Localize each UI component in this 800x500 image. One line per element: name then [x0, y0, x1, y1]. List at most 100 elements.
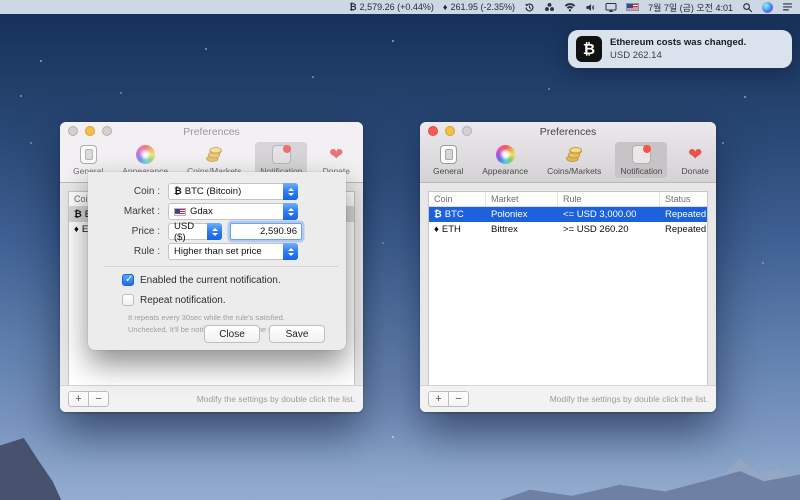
fan-icon: [544, 2, 555, 13]
appearance-color-wheel-icon: [136, 144, 155, 165]
input-language-menu-item[interactable]: [626, 3, 639, 11]
display-icon: [605, 2, 617, 13]
siri-menu-item[interactable]: [762, 2, 773, 13]
notification-banner[interactable]: ₿ Ethereum costs was changed. USD 262.14: [568, 30, 792, 68]
dropdown-stepper-icon: [283, 243, 298, 260]
table-row[interactable]: ₿BTC Poloniex <= USD 3,000.00 Repeated: [429, 207, 707, 222]
coin-dropdown-value: BTC (Bitcoin): [185, 186, 241, 197]
btc-ticker-text: 2,579.26 (+0.44%): [360, 2, 434, 12]
sheet-buttons: Close Save: [204, 325, 325, 343]
eth-ticker-menu-item[interactable]: ♦ 261.95 (-2.35%): [443, 2, 515, 12]
wallpaper-mountain-left: [0, 438, 85, 500]
preferences-toolbar: General Appearance Coins/Markets Notific…: [420, 141, 716, 178]
close-button[interactable]: [68, 126, 78, 136]
footer-hint-text: Modify the settings by double click the …: [550, 394, 708, 404]
coin-dropdown[interactable]: ₿ BTC (Bitcoin): [168, 183, 298, 200]
notification-rules-table: Coin Market Rule Status ₿BTC Poloniex <=…: [428, 191, 708, 387]
add-rule-button[interactable]: +: [428, 391, 449, 407]
table-row[interactable]: ♦ETH Bittrex >= USD 260.20 Repeated: [429, 222, 707, 237]
save-button[interactable]: Save: [269, 325, 325, 343]
fan-status-menu-item[interactable]: [544, 2, 555, 13]
tab-label: Notification: [620, 166, 662, 176]
preferences-window-left: Preferences General Appearance Coins/Mar…: [60, 122, 363, 412]
tab-appearance[interactable]: Appearance: [477, 142, 533, 178]
dropdown-stepper-icon: [283, 203, 298, 220]
tab-label: Coins/Markets: [547, 166, 601, 176]
price-input[interactable]: [230, 223, 302, 240]
add-remove-segmented-control: + −: [428, 391, 469, 407]
eth-icon: ♦: [443, 2, 448, 12]
app-bitcoin-icon: ₿: [576, 36, 602, 62]
market-cell: Poloniex: [486, 209, 558, 220]
close-button[interactable]: [428, 126, 438, 136]
footer-hint-text: Modify the settings by double click the …: [197, 394, 355, 404]
close-button[interactable]: Close: [204, 325, 260, 343]
notification-title: Ethereum costs was changed.: [610, 37, 746, 48]
siri-icon: [762, 2, 773, 13]
clock-text: 7월 7일 (금) 오전 4:01: [648, 1, 733, 14]
notification-badge-icon: [632, 144, 651, 165]
add-rule-button[interactable]: +: [68, 391, 89, 407]
column-header-status[interactable]: Status: [660, 192, 707, 206]
dropdown-stepper-icon: [207, 223, 222, 240]
remove-rule-button[interactable]: −: [88, 391, 109, 407]
enabled-checkbox[interactable]: [122, 274, 134, 286]
status-cell: Repeated: [660, 224, 707, 235]
preferences-window-right: Preferences General Appearance Coins/Mar…: [420, 122, 716, 412]
remove-rule-button[interactable]: −: [448, 391, 469, 407]
wifi-icon: [564, 2, 576, 12]
status-cell: Repeated: [660, 209, 707, 220]
us-flag-icon: [626, 3, 639, 11]
column-header-rule[interactable]: Rule: [558, 192, 660, 206]
tab-donate[interactable]: ❤ Donate: [676, 142, 713, 178]
rule-dropdown[interactable]: Higher than set price: [168, 243, 298, 260]
btc-ticker-menu-item[interactable]: ₿ 2,579.26 (+0.44%): [349, 2, 434, 12]
menu-bar: ₿ 2,579.26 (+0.44%) ♦ 261.95 (-2.35%) 7월…: [0, 0, 800, 14]
notification-body: Ethereum costs was changed. USD 262.14: [610, 37, 746, 61]
zoom-button[interactable]: [102, 126, 112, 136]
market-dropdown[interactable]: Gdax: [168, 203, 298, 220]
tab-label: General: [433, 166, 463, 176]
zoom-button[interactable]: [462, 126, 472, 136]
title-bar[interactable]: Preferences: [60, 122, 363, 141]
repeat-checkbox-row[interactable]: Repeat notification.: [122, 294, 346, 306]
time-machine-menu-item[interactable]: [524, 2, 535, 13]
spotlight-menu-item[interactable]: [742, 2, 753, 13]
market-dropdown-value: Gdax: [190, 206, 213, 217]
general-icon: [80, 144, 97, 165]
notification-badge-icon: [272, 144, 291, 165]
tab-coins-markets[interactable]: Coins/Markets: [542, 142, 606, 178]
currency-dropdown-value: USD ($): [174, 221, 203, 243]
currency-dropdown[interactable]: USD ($): [168, 223, 222, 240]
window-content: Coin Market Rule Status ₿BTC Poloniex <=…: [420, 183, 716, 412]
table-footer-bar: + − Modify the settings by double click …: [420, 385, 716, 412]
minimize-button[interactable]: [445, 126, 455, 136]
display-menu-item[interactable]: [605, 2, 617, 13]
minimize-button[interactable]: [85, 126, 95, 136]
eth-icon: ♦: [74, 224, 79, 235]
heart-icon: ❤: [329, 144, 343, 165]
tab-label: Appearance: [482, 166, 528, 176]
title-bar[interactable]: Preferences: [420, 122, 716, 141]
clock-menu-item[interactable]: 7월 7일 (금) 오전 4:01: [648, 1, 733, 14]
enabled-checkbox-row[interactable]: Enabled the current notification.: [122, 274, 346, 286]
column-header-coin[interactable]: Coin: [429, 192, 486, 206]
wifi-menu-item[interactable]: [564, 2, 576, 12]
btc-icon: ₿: [174, 186, 182, 197]
repeat-checkbox-label: Repeat notification.: [140, 295, 226, 306]
notification-subtitle: USD 262.14: [610, 50, 746, 61]
tab-label: Donate: [681, 166, 708, 176]
btc-icon: ₿: [434, 209, 442, 220]
volume-menu-item[interactable]: [585, 2, 596, 13]
column-header-market[interactable]: Market: [486, 192, 558, 206]
tab-notification[interactable]: Notification: [615, 142, 667, 178]
repeat-checkbox[interactable]: [122, 294, 134, 306]
window-title: Preferences: [540, 126, 597, 138]
btc-icon: ₿: [74, 209, 82, 220]
coin-cell: ETH: [442, 224, 461, 235]
notification-center-menu-item[interactable]: [782, 2, 793, 12]
add-remove-segmented-control: + −: [68, 391, 109, 407]
price-label: Price :: [88, 226, 160, 237]
tab-general[interactable]: General: [428, 142, 468, 178]
traffic-lights: [68, 126, 112, 136]
